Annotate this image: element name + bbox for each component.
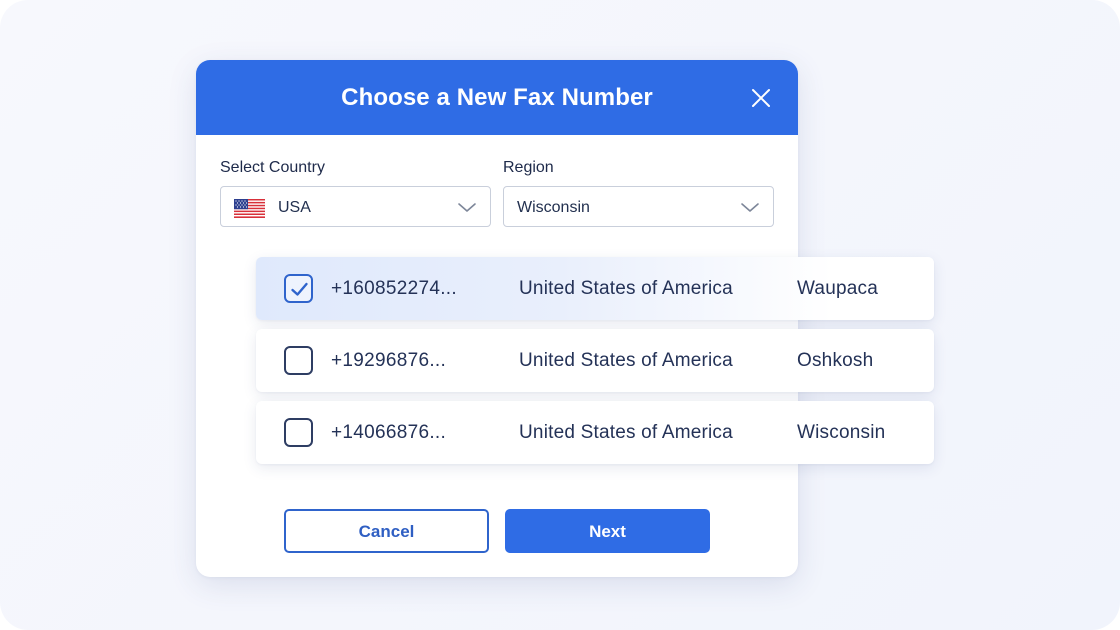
chevron-down-icon	[457, 200, 477, 214]
close-icon[interactable]	[749, 86, 773, 110]
country-value: USA	[278, 199, 311, 216]
fax-number: +19296876...	[331, 350, 447, 371]
next-button[interactable]: Next	[505, 509, 710, 553]
number-city: Waupaca	[797, 278, 878, 299]
number-country: United States of America	[519, 350, 733, 371]
us-flag-icon	[234, 199, 265, 218]
fax-number: +160852274...	[331, 278, 457, 299]
chevron-down-icon	[740, 200, 760, 214]
select-country-label: Select Country	[220, 159, 325, 176]
cancel-button[interactable]: Cancel	[284, 509, 489, 553]
dialog-header: Choose a New Fax Number	[196, 60, 798, 135]
dialog-title: Choose a New Fax Number	[341, 84, 653, 111]
region-value: Wisconsin	[517, 199, 590, 216]
list-item[interactable]: +19296876... United States of America Os…	[256, 329, 934, 392]
checkmark-icon	[291, 282, 308, 296]
number-country: United States of America	[519, 278, 733, 299]
fax-number: +14066876...	[331, 422, 447, 443]
checkbox[interactable]	[284, 418, 313, 447]
region-select[interactable]: Wisconsin	[503, 186, 774, 227]
number-city: Oshkosh	[797, 350, 874, 371]
checkbox[interactable]	[284, 346, 313, 375]
number-country: United States of America	[519, 422, 733, 443]
list-item[interactable]: +14066876... United States of America Wi…	[256, 401, 934, 464]
region-label: Region	[503, 159, 554, 176]
country-select[interactable]: USA	[220, 186, 491, 227]
checkbox[interactable]	[284, 274, 313, 303]
number-city: Wisconsin	[797, 422, 886, 443]
list-item[interactable]: +160852274... United States of America W…	[256, 257, 934, 320]
